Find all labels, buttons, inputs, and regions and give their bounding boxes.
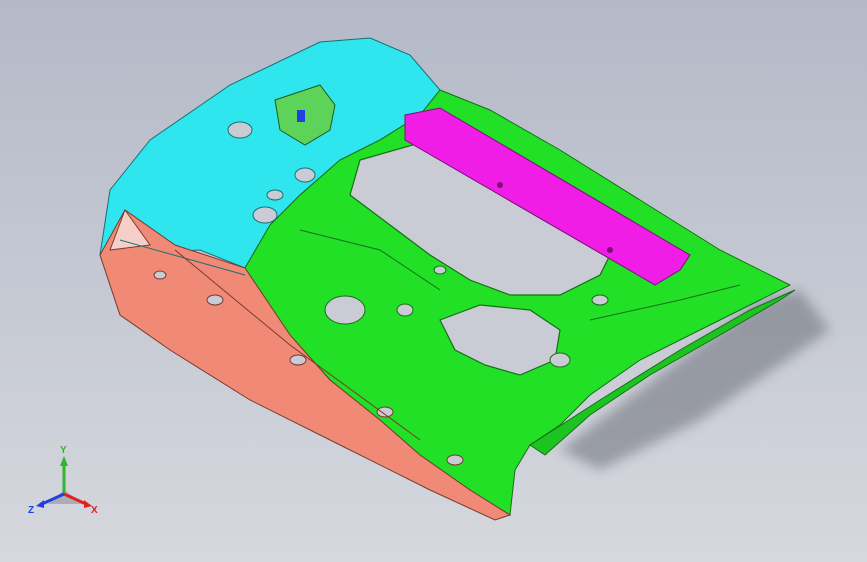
- bolt: [607, 247, 613, 253]
- y-axis-label: Y: [60, 445, 67, 456]
- hole: [376, 406, 394, 418]
- z-axis-label: Z: [28, 505, 35, 516]
- hole: [266, 189, 284, 201]
- hinge-fastener: [297, 110, 305, 122]
- axis-triad[interactable]: Y X Z: [26, 446, 106, 526]
- cad-viewport[interactable]: Y X Z: [0, 0, 867, 562]
- hole: [289, 354, 307, 366]
- hole: [591, 294, 609, 306]
- hole: [206, 294, 224, 306]
- hole: [446, 454, 464, 466]
- hole: [433, 265, 447, 275]
- hole: [549, 352, 571, 368]
- bolt: [497, 182, 503, 188]
- hood-inner-panel-model[interactable]: [0, 0, 867, 562]
- hole: [396, 303, 414, 317]
- hole: [153, 270, 167, 280]
- hole: [294, 167, 316, 183]
- x-axis-label: X: [91, 505, 98, 516]
- hole: [252, 206, 278, 224]
- hole: [324, 295, 366, 325]
- hole: [227, 121, 253, 139]
